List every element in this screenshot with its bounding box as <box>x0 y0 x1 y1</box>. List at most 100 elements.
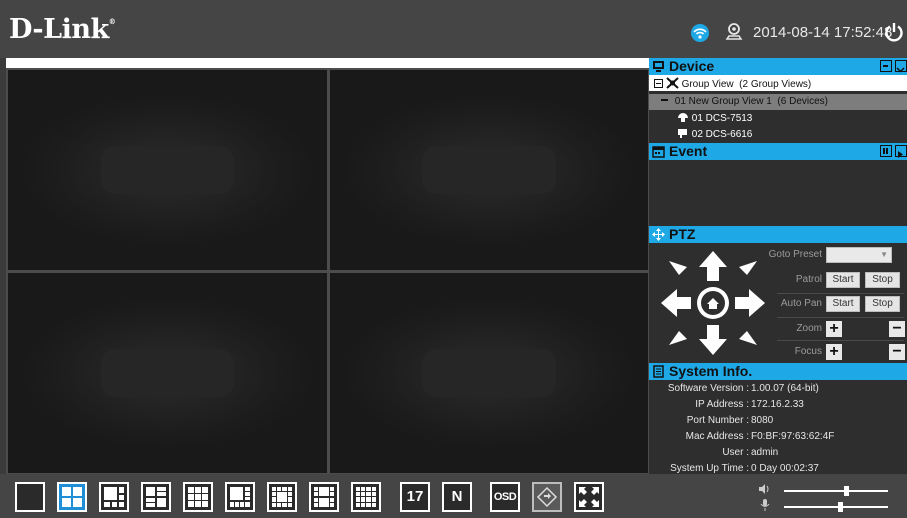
tile-placeholder <box>422 349 556 397</box>
focus-near-button[interactable]: + <box>826 344 842 360</box>
goto-preset-select[interactable]: ▼ <box>826 247 892 263</box>
sysinfo-row: Mac Address : F0:BF:97:63:62:4F <box>649 431 907 447</box>
tree-row-camera-1[interactable]: 01 DCS-7513 <box>649 110 907 126</box>
sysinfo-key: Mac Address : <box>685 431 749 442</box>
sysinfo-value: 172.16.2.33 <box>751 399 804 410</box>
power-icon[interactable] <box>884 22 904 42</box>
event-panel-title: Event <box>669 143 708 159</box>
layout-1plus5-button[interactable] <box>99 482 129 512</box>
pan-up-right-arrow-icon[interactable] <box>739 261 757 275</box>
location-icon[interactable] <box>725 22 743 42</box>
focus-far-button[interactable]: − <box>889 344 905 360</box>
pause-button[interactable] <box>880 145 892 157</box>
dome-camera-icon <box>678 113 688 122</box>
osd-button[interactable]: OSD <box>490 482 520 512</box>
video-tile[interactable] <box>330 70 648 270</box>
patrol-label: Patrol <box>795 274 822 285</box>
tile-placeholder <box>100 146 235 194</box>
pan-up-arrow-icon[interactable] <box>699 251 727 281</box>
top-bar: D-Link® 2014-08-14 17:52:48 <box>0 0 907 58</box>
layout-2plus6-button[interactable] <box>141 482 171 512</box>
wifi-icon[interactable] <box>690 24 710 42</box>
layout-2plus8-button[interactable] <box>309 482 339 512</box>
pan-down-arrow-icon[interactable] <box>699 325 727 355</box>
layout-n-button[interactable]: N <box>442 482 472 512</box>
device-panel-header: Device <box>649 58 907 75</box>
goto-preset-label: Goto Preset <box>768 249 822 260</box>
layout-4x4-button[interactable] <box>351 482 381 512</box>
pan-down-left-arrow-icon[interactable] <box>669 331 687 345</box>
zoom-label: Zoom <box>796 323 822 334</box>
camera-2-label: 02 DCS-6616 <box>691 129 753 140</box>
layout-1plus7-button[interactable] <box>225 482 255 512</box>
play-button[interactable] <box>895 145 907 158</box>
chevron-down-icon <box>896 67 905 73</box>
sysinfo-row: Port Number :8080 <box>649 415 907 431</box>
grid-3x3-icon <box>188 487 208 507</box>
group-view-icon <box>666 77 679 89</box>
layout-1plus12-button[interactable] <box>267 482 297 512</box>
sysinfo-value: admin <box>751 447 779 458</box>
auto-pan-start-button[interactable]: Start <box>826 296 860 312</box>
layout-1x1-button[interactable] <box>15 482 45 512</box>
chevron-down-icon: ▼ <box>880 250 888 259</box>
patrol-stop-button[interactable]: Stop <box>865 272 900 288</box>
pan-up-left-arrow-icon[interactable] <box>669 261 687 275</box>
sequence-button[interactable] <box>532 482 562 512</box>
minus-icon <box>661 99 668 101</box>
pan-down-right-arrow-icon[interactable] <box>739 331 757 345</box>
video-tile[interactable] <box>8 70 327 270</box>
logo-registered-mark: ® <box>108 17 116 26</box>
device-panel-title: Device <box>669 58 715 74</box>
video-tile[interactable] <box>8 273 327 473</box>
volume-slider-thumb[interactable] <box>843 486 849 496</box>
grid-2x2-icon <box>62 487 82 507</box>
sequence-icon <box>536 486 558 508</box>
layout-2x2-button[interactable] <box>57 482 87 512</box>
sysinfo-row: User : admin <box>649 447 907 463</box>
group-view-label: Group View (2 Group Views) <box>681 79 812 90</box>
volume-slider-track[interactable] <box>784 490 888 492</box>
bottom-toolbar: 17 N OSD <box>0 474 907 518</box>
pan-left-arrow-icon[interactable] <box>661 289 691 317</box>
divider <box>777 340 904 341</box>
sysinfo-value: 0 Day 00:02:37 <box>751 463 819 474</box>
tree-row-camera-2[interactable]: 02 DCS-6616 <box>649 126 907 142</box>
app-window: D-Link® 2014-08-14 17:52:48 Device Group… <box>0 0 907 518</box>
logo-text: D-Link <box>9 14 109 45</box>
auto-pan-stop-button[interactable]: Stop <box>865 296 900 312</box>
group-view-1-label: 01 New Group View 1 (6 Devices) <box>674 96 828 107</box>
pan-right-arrow-icon[interactable] <box>735 289 765 317</box>
grid-4x4-icon <box>356 487 376 507</box>
event-list <box>649 160 907 226</box>
video-tile[interactable] <box>330 273 648 473</box>
calendar-icon <box>652 146 665 158</box>
speaker-icon <box>759 484 769 494</box>
focus-label: Focus <box>794 346 822 357</box>
grid-1plus7-icon <box>230 487 250 507</box>
sysinfo-row: IP Address :172.16.2.33 <box>649 399 907 415</box>
video-top-strip <box>6 58 649 68</box>
tree-row-group-view[interactable]: Group View (2 Group Views) <box>649 75 907 91</box>
ptz-controls: Goto Preset ▼ Patrol Start Stop Auto Pan… <box>649 243 907 363</box>
collapse-button[interactable] <box>880 60 892 72</box>
zoom-in-button[interactable]: + <box>826 321 842 337</box>
collapse-toggle-icon[interactable] <box>654 79 663 88</box>
sysinfo-row: Software Version :1.00.07 (64-bit) <box>649 383 907 399</box>
datetime-display: 2014-08-14 17:52:48 <box>753 24 893 41</box>
patrol-start-button[interactable]: Start <box>826 272 860 288</box>
tree-row-group-view-1[interactable]: 01 New Group View 1 (6 Devices) <box>649 94 907 110</box>
tile-placeholder <box>422 146 556 194</box>
tile-placeholder <box>100 349 235 397</box>
box-camera-icon <box>678 129 687 138</box>
layout-17-button[interactable]: 17 <box>400 482 430 512</box>
layout-3x3-button[interactable] <box>183 482 213 512</box>
auto-pan-label: Auto Pan <box>780 298 822 309</box>
mic-slider-track[interactable] <box>784 506 888 508</box>
video-grid <box>6 68 649 474</box>
zoom-out-button[interactable]: − <box>889 321 905 337</box>
mic-slider-thumb[interactable] <box>837 502 843 512</box>
expand-button[interactable] <box>895 60 907 73</box>
sysinfo-key: Port Number : <box>686 415 749 426</box>
fullscreen-button[interactable] <box>574 482 604 512</box>
